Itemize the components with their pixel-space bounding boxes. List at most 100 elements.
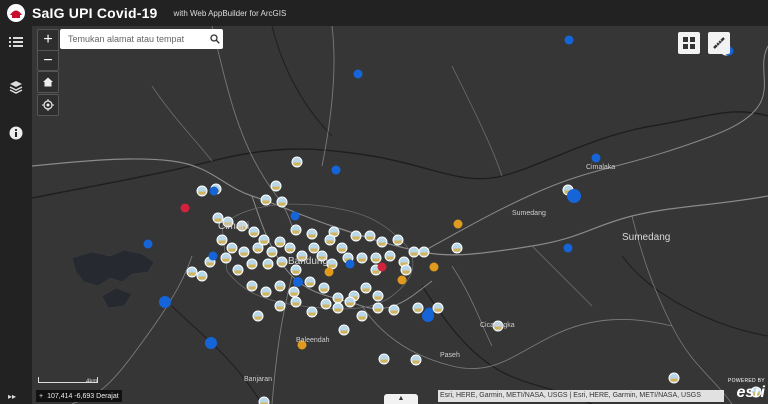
case-photo-marker[interactable]: [418, 246, 430, 258]
home-button[interactable]: [37, 71, 59, 93]
coordinate-toggle-icon[interactable]: +: [39, 393, 43, 400]
case-photo-marker[interactable]: [372, 302, 384, 314]
case-photo-marker[interactable]: [276, 256, 288, 268]
measure-button[interactable]: [708, 32, 730, 54]
case-photo-marker[interactable]: [304, 276, 316, 288]
case-marker-blue[interactable]: [143, 239, 153, 249]
case-photo-marker[interactable]: [276, 196, 288, 208]
case-photo-marker[interactable]: [288, 286, 300, 298]
case-photo-marker[interactable]: [360, 282, 372, 294]
case-marker-blue[interactable]: [564, 35, 574, 45]
case-marker-orange[interactable]: [453, 219, 463, 229]
case-photo-marker[interactable]: [388, 304, 400, 316]
case-photo-marker[interactable]: [336, 242, 348, 254]
map-canvas[interactable]: Bandung Cimahi Baleendah Banjaran Paseh …: [32, 26, 768, 404]
case-photo-marker[interactable]: [332, 302, 344, 314]
case-photo-marker[interactable]: [248, 226, 260, 238]
case-photo-marker[interactable]: [274, 280, 286, 292]
case-photo-marker[interactable]: [400, 264, 412, 276]
case-photo-marker[interactable]: [338, 324, 350, 336]
attribute-table-toggle[interactable]: ▲: [384, 394, 418, 404]
case-photo-marker[interactable]: [668, 372, 680, 384]
info-icon[interactable]: [6, 123, 26, 143]
case-marker-blue[interactable]: [290, 211, 300, 221]
case-marker-red[interactable]: [180, 203, 190, 213]
case-photo-marker[interactable]: [384, 250, 396, 262]
case-photo-marker[interactable]: [266, 246, 278, 258]
case-photo-marker[interactable]: [376, 236, 388, 248]
case-marker-blue[interactable]: [353, 69, 363, 79]
case-photo-marker[interactable]: [220, 252, 232, 264]
case-photo-marker[interactable]: [392, 234, 404, 246]
case-photo-marker[interactable]: [258, 396, 270, 404]
case-photo-marker[interactable]: [344, 296, 356, 308]
case-photo-marker[interactable]: [412, 302, 424, 314]
locate-button[interactable]: [37, 94, 59, 116]
case-photo-marker[interactable]: [318, 282, 330, 294]
case-photo-marker[interactable]: [238, 246, 250, 258]
case-photo-marker[interactable]: [290, 224, 302, 236]
case-photo-marker[interactable]: [284, 242, 296, 254]
case-photo-marker[interactable]: [372, 290, 384, 302]
case-marker-blue-large[interactable]: [159, 296, 171, 308]
case-marker-blue-large[interactable]: [205, 337, 217, 349]
basemap-gallery-button[interactable]: [678, 32, 700, 54]
expand-sidebar-icon[interactable]: ▸▸: [8, 392, 16, 401]
case-photo-marker[interactable]: [410, 354, 422, 366]
search-input[interactable]: [66, 33, 210, 45]
case-photo-marker[interactable]: [332, 292, 344, 304]
case-photo-marker[interactable]: [364, 230, 376, 242]
case-photo-marker[interactable]: [232, 264, 244, 276]
case-photo-marker[interactable]: [216, 234, 228, 246]
case-photo-marker[interactable]: [186, 266, 198, 278]
layers-icon[interactable]: [6, 77, 26, 97]
case-photo-marker[interactable]: [320, 298, 332, 310]
case-photo-marker[interactable]: [226, 242, 238, 254]
case-photo-marker[interactable]: [306, 306, 318, 318]
case-photo-marker[interactable]: [246, 280, 258, 292]
case-photo-marker[interactable]: [370, 252, 382, 264]
case-photo-marker[interactable]: [196, 270, 208, 282]
list-icon[interactable]: [6, 32, 26, 52]
case-photo-marker[interactable]: [196, 185, 208, 197]
case-marker-orange[interactable]: [397, 275, 407, 285]
case-photo-marker[interactable]: [274, 236, 286, 248]
case-photo-marker[interactable]: [260, 286, 272, 298]
case-marker-blue[interactable]: [591, 153, 601, 163]
search-icon[interactable]: [210, 34, 220, 44]
case-photo-marker[interactable]: [326, 258, 338, 270]
case-marker-blue-large[interactable]: [422, 310, 434, 322]
case-photo-marker[interactable]: [260, 194, 272, 206]
case-photo-marker[interactable]: [306, 228, 318, 240]
case-marker-blue[interactable]: [331, 165, 341, 175]
case-marker-blue-large[interactable]: [567, 189, 581, 203]
case-photo-marker[interactable]: [324, 234, 336, 246]
case-marker-orange[interactable]: [429, 262, 439, 272]
case-photo-marker[interactable]: [356, 310, 368, 322]
case-photo-marker[interactable]: [252, 310, 264, 322]
case-marker-orange[interactable]: [324, 267, 334, 277]
locate-icon: [42, 99, 54, 111]
case-marker-red[interactable]: [377, 262, 387, 272]
case-photo-marker[interactable]: [432, 302, 444, 314]
case-photo-marker[interactable]: [246, 258, 258, 270]
case-photo-marker[interactable]: [308, 242, 320, 254]
case-marker-blue-large[interactable]: [293, 277, 303, 287]
case-photo-marker[interactable]: [408, 246, 420, 258]
case-marker-blue[interactable]: [208, 251, 218, 261]
case-photo-marker[interactable]: [290, 296, 302, 308]
zoom-out-button[interactable]: −: [38, 50, 58, 71]
case-photo-marker[interactable]: [291, 156, 303, 168]
case-marker-blue[interactable]: [563, 243, 573, 253]
case-photo-marker[interactable]: [378, 353, 390, 365]
case-photo-marker[interactable]: [350, 230, 362, 242]
case-marker-blue[interactable]: [209, 186, 219, 196]
case-photo-marker[interactable]: [270, 180, 282, 192]
case-photo-marker[interactable]: [252, 242, 264, 254]
case-photo-marker[interactable]: [356, 252, 368, 264]
case-photo-marker[interactable]: [451, 242, 463, 254]
zoom-in-button[interactable]: +: [38, 30, 58, 50]
case-photo-marker[interactable]: [262, 258, 274, 270]
case-photo-marker[interactable]: [274, 300, 286, 312]
case-marker-blue[interactable]: [345, 259, 355, 269]
